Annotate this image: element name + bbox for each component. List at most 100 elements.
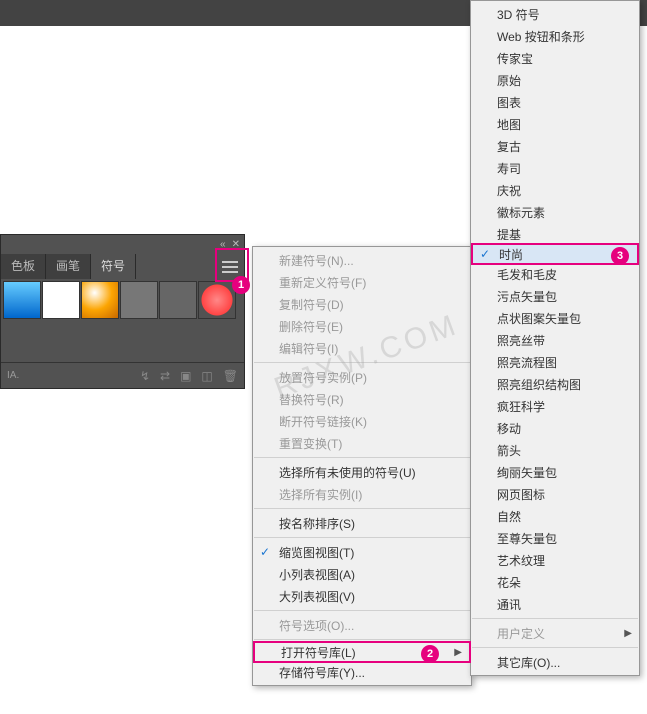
menu-item[interactable]: 艺术纹理 xyxy=(471,549,639,571)
symbol-thumb[interactable] xyxy=(42,281,80,319)
menu-item[interactable]: 花朵 xyxy=(471,571,639,593)
menu-item[interactable]: 地图 xyxy=(471,113,639,135)
panel-close-icon[interactable]: ✕ xyxy=(232,239,240,250)
menu-item-label: 箭头 xyxy=(497,442,521,459)
menu-item[interactable]: 传家宝 xyxy=(471,47,639,69)
submenu-arrow-icon: ▶ xyxy=(454,647,462,658)
menu-item[interactable]: 至尊矢量包 xyxy=(471,527,639,549)
menu-item[interactable]: 点状图案矢量包 xyxy=(471,307,639,329)
menu-item[interactable]: 选择所有未使用的符号(U) xyxy=(253,461,471,483)
menu-item[interactable]: 照亮流程图 xyxy=(471,351,639,373)
menu-separator xyxy=(254,508,470,509)
menu-item-label: 用户定义 xyxy=(497,625,545,642)
menu-item-label: 寿司 xyxy=(497,160,521,177)
menu-item: 放置符号实例(P) xyxy=(253,366,471,388)
menu-item[interactable]: ✓时尚3 xyxy=(471,243,639,265)
menu-item[interactable]: 绚丽矢量包 xyxy=(471,461,639,483)
menu-item-label: 删除符号(E) xyxy=(279,318,343,335)
menu-separator xyxy=(254,362,470,363)
panel-menu-button[interactable] xyxy=(218,255,242,279)
symbol-thumb[interactable] xyxy=(198,281,236,319)
menu-item-label: 徽标元素 xyxy=(497,204,545,221)
tab-swatches[interactable]: 色板 xyxy=(1,254,46,279)
menu-separator xyxy=(254,639,470,640)
menu-item-label: 放置符号实例(P) xyxy=(279,369,367,386)
menu-separator xyxy=(254,537,470,538)
menu-item[interactable]: 网页图标 xyxy=(471,483,639,505)
menu-item-label: 绚丽矢量包 xyxy=(497,464,557,481)
menu-item[interactable]: 复古 xyxy=(471,135,639,157)
menu-item: 新建符号(N)... xyxy=(253,249,471,271)
menu-item[interactable]: 其它库(O)... xyxy=(471,651,639,673)
menu-item-label: 地图 xyxy=(497,116,521,133)
menu-item[interactable]: 庆祝 xyxy=(471,179,639,201)
menu-item-label: 编辑符号(I) xyxy=(279,340,338,357)
menu-item[interactable]: 自然 xyxy=(471,505,639,527)
menu-item: 用户定义▶ xyxy=(471,622,639,644)
menu-item-label: 网页图标 xyxy=(497,486,545,503)
panel-header: « ✕ xyxy=(1,235,244,254)
symbol-thumb[interactable] xyxy=(159,281,197,319)
tab-brushes[interactable]: 画笔 xyxy=(46,254,91,279)
menu-item: 删除符号(E) xyxy=(253,315,471,337)
menu-item-label: 艺术纹理 xyxy=(497,552,545,569)
symbol-thumb[interactable] xyxy=(81,281,119,319)
check-icon: ✓ xyxy=(260,545,270,559)
menu-item-label: 断开符号链接(K) xyxy=(279,413,367,430)
panel-tabs: 色板 画笔 符号 xyxy=(1,254,244,279)
menu-item-label: 复制符号(D) xyxy=(279,296,344,313)
new-symbol-icon[interactable]: ◫ xyxy=(201,369,212,383)
menu-item[interactable]: 存储符号库(Y)... xyxy=(253,661,471,683)
menu-item[interactable]: 污点矢量包 xyxy=(471,285,639,307)
menu-item[interactable]: 徽标元素 xyxy=(471,201,639,223)
menu-item[interactable]: 提基 xyxy=(471,223,639,245)
menu-item[interactable]: 毛发和毛皮 xyxy=(471,263,639,285)
menu-item[interactable]: 大列表视图(V) xyxy=(253,585,471,607)
library-button[interactable]: IA. xyxy=(7,370,19,381)
menu-item-label: 重新定义符号(F) xyxy=(279,274,366,291)
menu-item-label: 大列表视图(V) xyxy=(279,588,355,605)
place-instance-icon[interactable]: ↯ xyxy=(140,369,150,383)
symbol-thumb[interactable] xyxy=(120,281,158,319)
tab-symbols[interactable]: 符号 xyxy=(91,254,136,279)
menu-item[interactable]: 按名称排序(S) xyxy=(253,512,471,534)
menu-item-label: 存储符号库(Y)... xyxy=(279,664,365,681)
menu-item[interactable]: 原始 xyxy=(471,69,639,91)
panel-collapse-icon[interactable]: « xyxy=(220,239,226,250)
menu-separator xyxy=(254,610,470,611)
menu-item[interactable]: 打开符号库(L) ▶ 2 xyxy=(253,641,471,663)
menu-item[interactable]: ✓缩览图视图(T) xyxy=(253,541,471,563)
symbol-thumbnails xyxy=(1,279,244,321)
menu-item[interactable]: 照亮丝带 xyxy=(471,329,639,351)
annotation-badge: 2 xyxy=(421,645,439,663)
symbol-thumb[interactable] xyxy=(3,281,41,319)
menu-item[interactable]: Web 按钮和条形 xyxy=(471,25,639,47)
menu-item[interactable]: 图表 xyxy=(471,91,639,113)
menu-item-label: 3D 符号 xyxy=(497,6,540,23)
menu-separator xyxy=(472,647,638,648)
menu-item[interactable]: 小列表视图(A) xyxy=(253,563,471,585)
symbol-options-icon[interactable]: ▣ xyxy=(180,369,191,383)
menu-item: 断开符号链接(K) xyxy=(253,410,471,432)
menu-item-label: 时尚 xyxy=(499,246,523,263)
delete-symbol-icon[interactable]: 🗑 xyxy=(223,369,238,383)
menu-item-label: 选择所有实例(I) xyxy=(279,486,362,503)
menu-item[interactable]: 寿司 xyxy=(471,157,639,179)
menu-item-label: 传家宝 xyxy=(497,50,533,67)
menu-item[interactable]: 疯狂科学 xyxy=(471,395,639,417)
menu-item-label: 小列表视图(A) xyxy=(279,566,355,583)
menu-item[interactable]: 箭头 xyxy=(471,439,639,461)
menu-item-label: Web 按钮和条形 xyxy=(497,28,585,45)
menu-item[interactable]: 通讯 xyxy=(471,593,639,615)
menu-item[interactable]: 照亮组织结构图 xyxy=(471,373,639,395)
menu-item[interactable]: 移动 xyxy=(471,417,639,439)
menu-item-label: 打开符号库(L) xyxy=(281,644,356,661)
menu-item[interactable]: 3D 符号 xyxy=(471,3,639,25)
menu-item-label: 点状图案矢量包 xyxy=(497,310,581,327)
menu-separator xyxy=(472,618,638,619)
break-link-icon[interactable]: ⇄ xyxy=(160,369,170,383)
menu-item: 重新定义符号(F) xyxy=(253,271,471,293)
menu-item-label: 照亮流程图 xyxy=(497,354,557,371)
menu-item-label: 照亮组织结构图 xyxy=(497,376,581,393)
menu-item: 选择所有实例(I) xyxy=(253,483,471,505)
